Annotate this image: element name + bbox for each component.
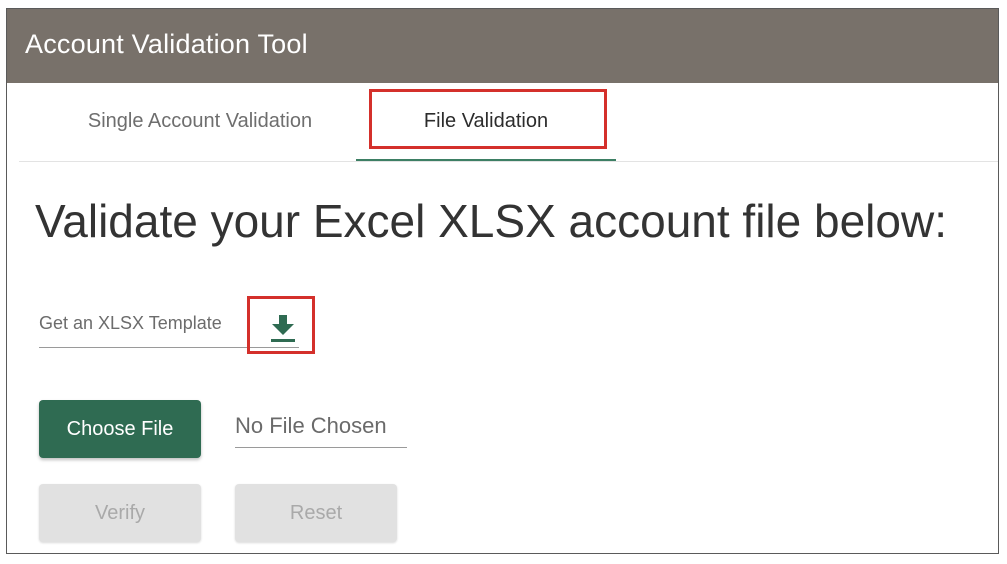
page-title: Validate your Excel XLSX account file be… bbox=[35, 195, 947, 247]
template-underline bbox=[39, 347, 299, 348]
template-label: Get an XLSX Template bbox=[39, 313, 222, 333]
tab-single-account-validation[interactable]: Single Account Validation bbox=[35, 83, 365, 159]
verify-button[interactable]: Verify bbox=[39, 484, 201, 542]
tab-file-validation[interactable]: File Validation bbox=[357, 83, 615, 159]
app-window: Account Validation Tool Single Account V… bbox=[6, 8, 999, 554]
choose-file-button[interactable]: Choose File bbox=[39, 400, 201, 458]
tab-bar: Single Account Validation File Validatio… bbox=[7, 83, 998, 163]
download-icon[interactable] bbox=[267, 309, 299, 345]
title-bar: Account Validation Tool bbox=[7, 9, 998, 83]
app-title: Account Validation Tool bbox=[25, 29, 308, 59]
template-download-row: Get an XLSX Template bbox=[39, 309, 299, 351]
file-status-underline bbox=[235, 447, 407, 448]
reset-button[interactable]: Reset bbox=[235, 484, 397, 542]
file-status: No File Chosen bbox=[235, 413, 387, 438]
tab-divider bbox=[19, 161, 998, 162]
